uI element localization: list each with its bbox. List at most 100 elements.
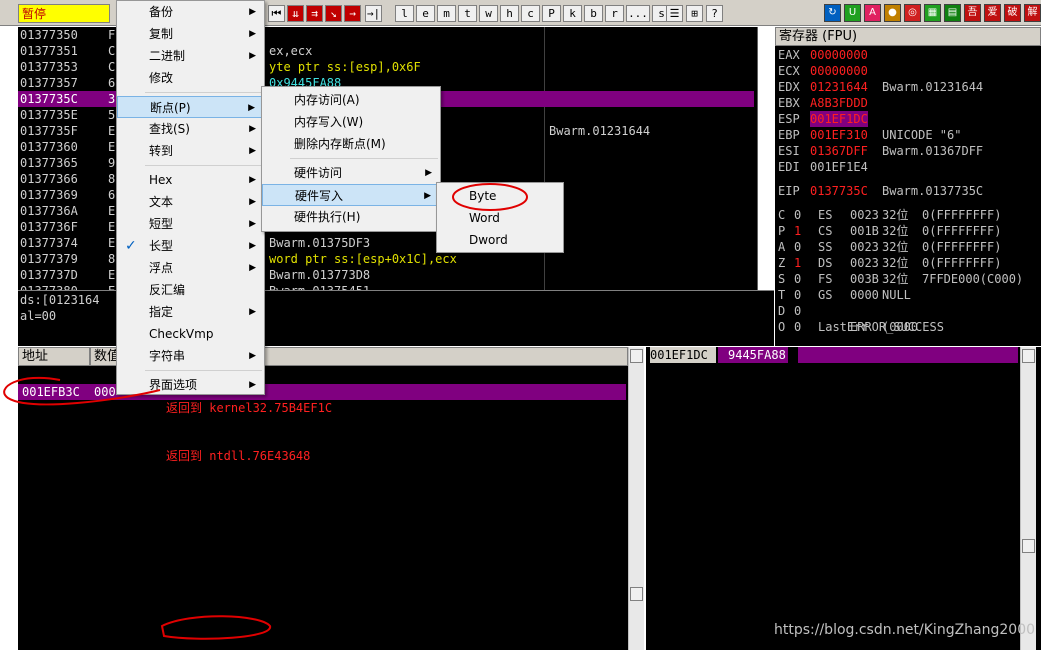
flag-v[interactable]: 0 [794,319,801,335]
menu-item-7[interactable]: Hex ▶ [117,169,264,191]
menu-item-13[interactable]: 指定 ▶ [117,301,264,323]
stack-row[interactable]: 001EF1E4 3AB05B00 [646,379,1018,395]
plugin-jie-icon[interactable]: 解 [1024,4,1041,22]
goto-icon[interactable]: →| [365,5,382,22]
stack-row[interactable]: 001EF1DC 9445FA88 [646,347,1018,363]
plugin-po-icon[interactable]: 破 [1004,4,1021,22]
dump-row[interactable]: 001EFB54 75DFBDC2 [18,480,626,496]
dump-row[interactable]: 001EFB68 00000000 [18,560,626,576]
stack-row[interactable]: 001EF204 0E96C900 [646,507,1018,523]
dump-row[interactable]: 001EFB78 FFFFFFFF SEH 链尾部 [18,624,626,640]
stack-row[interactable]: 001EF1F8 00000CF0 [646,459,1018,475]
register-value[interactable]: 00000000 [810,47,868,63]
window-button-3[interactable]: t [458,5,477,22]
window-button-1[interactable]: e [416,5,435,22]
scroll-up-icon[interactable] [630,349,643,363]
flag-v[interactable]: 1 [794,223,801,239]
scroll-up-icon[interactable] [1022,349,1035,363]
menu-item-12[interactable]: 反汇编 [117,279,264,301]
help-icon[interactable]: ? [706,5,723,22]
dump-row[interactable]: 001EFB50 7FFDF000 [18,464,626,480]
stack-row[interactable]: 001EF1E0 01376A6F Bwarm.01376A6F [646,363,1018,379]
calculator-icon[interactable]: ▦ [924,4,941,22]
dump-row[interactable]: 001EFB5C 00000000 [18,512,626,528]
window-button-4[interactable]: w [479,5,498,22]
dump-row[interactable]: 001EFB58 00000000 [18,496,626,512]
stack-row[interactable]: 001EF210 00000286 [646,555,1018,571]
stack-row[interactable]: 001EF200 0126C25A Bwarm.0126C25A [646,491,1018,507]
register-value[interactable]: 01367DFF [810,143,868,159]
menu-item-5[interactable]: 查找(S) ▶ [117,118,264,140]
dump-row[interactable]: 001EFB70 001EFB54 [18,592,626,608]
dump-row[interactable]: 001EFB60 7FFDF000 [18,528,626,544]
a-icon[interactable]: A [864,4,881,22]
scroll-thumb[interactable] [630,587,643,601]
dump-scrollbar[interactable] [628,347,644,650]
menu-item-4[interactable]: 断点(P) ▶ [117,96,264,118]
circle-icon[interactable]: ● [884,4,901,22]
menu-item-16[interactable]: 界面选项 ▶ [117,374,264,396]
dump-row[interactable]: 001EFB40 75B4EF18 返回到 kernel32.75B4EF1C [18,400,626,416]
window-button-6[interactable]: c [521,5,540,22]
stack-row[interactable]: 001EF21C 00000282 [646,603,1018,619]
register-value[interactable]: 01231644 [810,79,868,95]
window-button-11[interactable]: ... [626,5,650,22]
window-button-7[interactable]: P [542,5,561,22]
register-value[interactable]: 001EF310 [810,127,868,143]
register-value[interactable]: 00000000 [810,63,868,79]
buttons-icon[interactable]: ⊞ [686,5,703,22]
hw-write-item-dword[interactable]: Dword [437,229,563,251]
plugin-icon[interactable]: U [844,4,861,22]
step-into-icon[interactable]: ⇊ [287,5,304,22]
window-button-10[interactable]: r [605,5,624,22]
menu-item-9[interactable]: 短型 ▶ [117,213,264,235]
register-value[interactable]: A8B3FDDD [810,95,868,111]
dump-row[interactable]: 001EFB4C 76E43648 返回到 ntdll.76E43648 [18,448,626,464]
menu-item-1[interactable]: 复制 ▶ [117,23,264,45]
refresh-icon[interactable]: ↻ [824,4,841,22]
window-button-8[interactable]: k [563,5,582,22]
hw-write-item-byte[interactable]: Byte [437,185,563,207]
disassembly-scrollbar[interactable] [758,27,774,290]
register-value[interactable]: 001EF1E4 [810,159,868,175]
stack-scrollbar[interactable] [1020,347,1036,650]
window-button-0[interactable]: l [395,5,414,22]
bp-menu-item-5[interactable]: 硬件执行(H) [262,206,440,228]
flag-v[interactable]: 1 [794,255,801,271]
menu-item-10[interactable]: 长型 ✓ ▶ [117,235,264,257]
register-value[interactable]: 001EF1DC [810,111,868,127]
menu-item-3[interactable]: 修改 [117,67,264,89]
flag-v[interactable]: 0 [794,271,801,287]
flag-v[interactable]: 0 [794,287,801,303]
bp-menu-item-4[interactable]: 硬件写入 ▶ [262,184,440,206]
list-icon[interactable]: ☰ [666,5,683,22]
dump-row[interactable]: 001EFB3C 000 [18,384,626,400]
dump-row[interactable]: 001EFB7C 76E5145 SE处理程序 [18,640,626,650]
bp-menu-item-3[interactable]: 硬件访问 ▶ [262,162,440,184]
menu-item-8[interactable]: 文本 ▶ [117,191,264,213]
stack-row[interactable]: 001EF208 00E30000 [646,523,1018,539]
flag-v[interactable]: 0 [794,207,801,223]
execute-till-return-icon[interactable]: → [344,5,361,22]
dump-row[interactable]: 001EFB64 00000000 [18,544,626,560]
plugin-ai-icon[interactable]: 爱 [984,4,1001,22]
table-icon[interactable]: ▤ [944,4,961,22]
stack-row[interactable]: 001EF1F0 01231644 Bwarm.01231644 [646,427,1018,443]
menu-item-0[interactable]: 备份 ▶ [117,1,264,23]
bp-menu-item-1[interactable]: 内存写入(W) [262,111,440,133]
menu-item-6[interactable]: 转到 ▶ [117,140,264,162]
dump-row[interactable]: 001EFB48 001EFB88 [18,432,626,448]
window-button-5[interactable]: h [500,5,519,22]
stack-pane[interactable]: 001EF1DC 9445FA88 001EF1E0 01376A6F Bwarm.01… [646,347,1041,650]
menu-item-15[interactable]: 字符串 ▶ [117,345,264,367]
menu-item-11[interactable]: 浮点 ▶ [117,257,264,279]
trace-icon[interactable]: ↘ [325,5,342,22]
scroll-thumb[interactable] [1022,539,1035,553]
plugin-wu-icon[interactable]: 吾 [964,4,981,22]
dump-row[interactable]: 001EFB44 7FFDF000 [18,416,626,432]
dump-row[interactable]: 001EFB6C 00000000 [18,576,626,592]
stack-row[interactable]: 001EF1EC 7517FA5B [646,411,1018,427]
dump-row[interactable]: 001EFB38 75B ThreadInitThunk [18,368,626,384]
flag-v[interactable]: 0 [794,239,801,255]
registers-pane[interactable]: 寄存器 (FPU) EAX 00000000 ECX 00000000 EDX 01231… [775,27,1041,346]
